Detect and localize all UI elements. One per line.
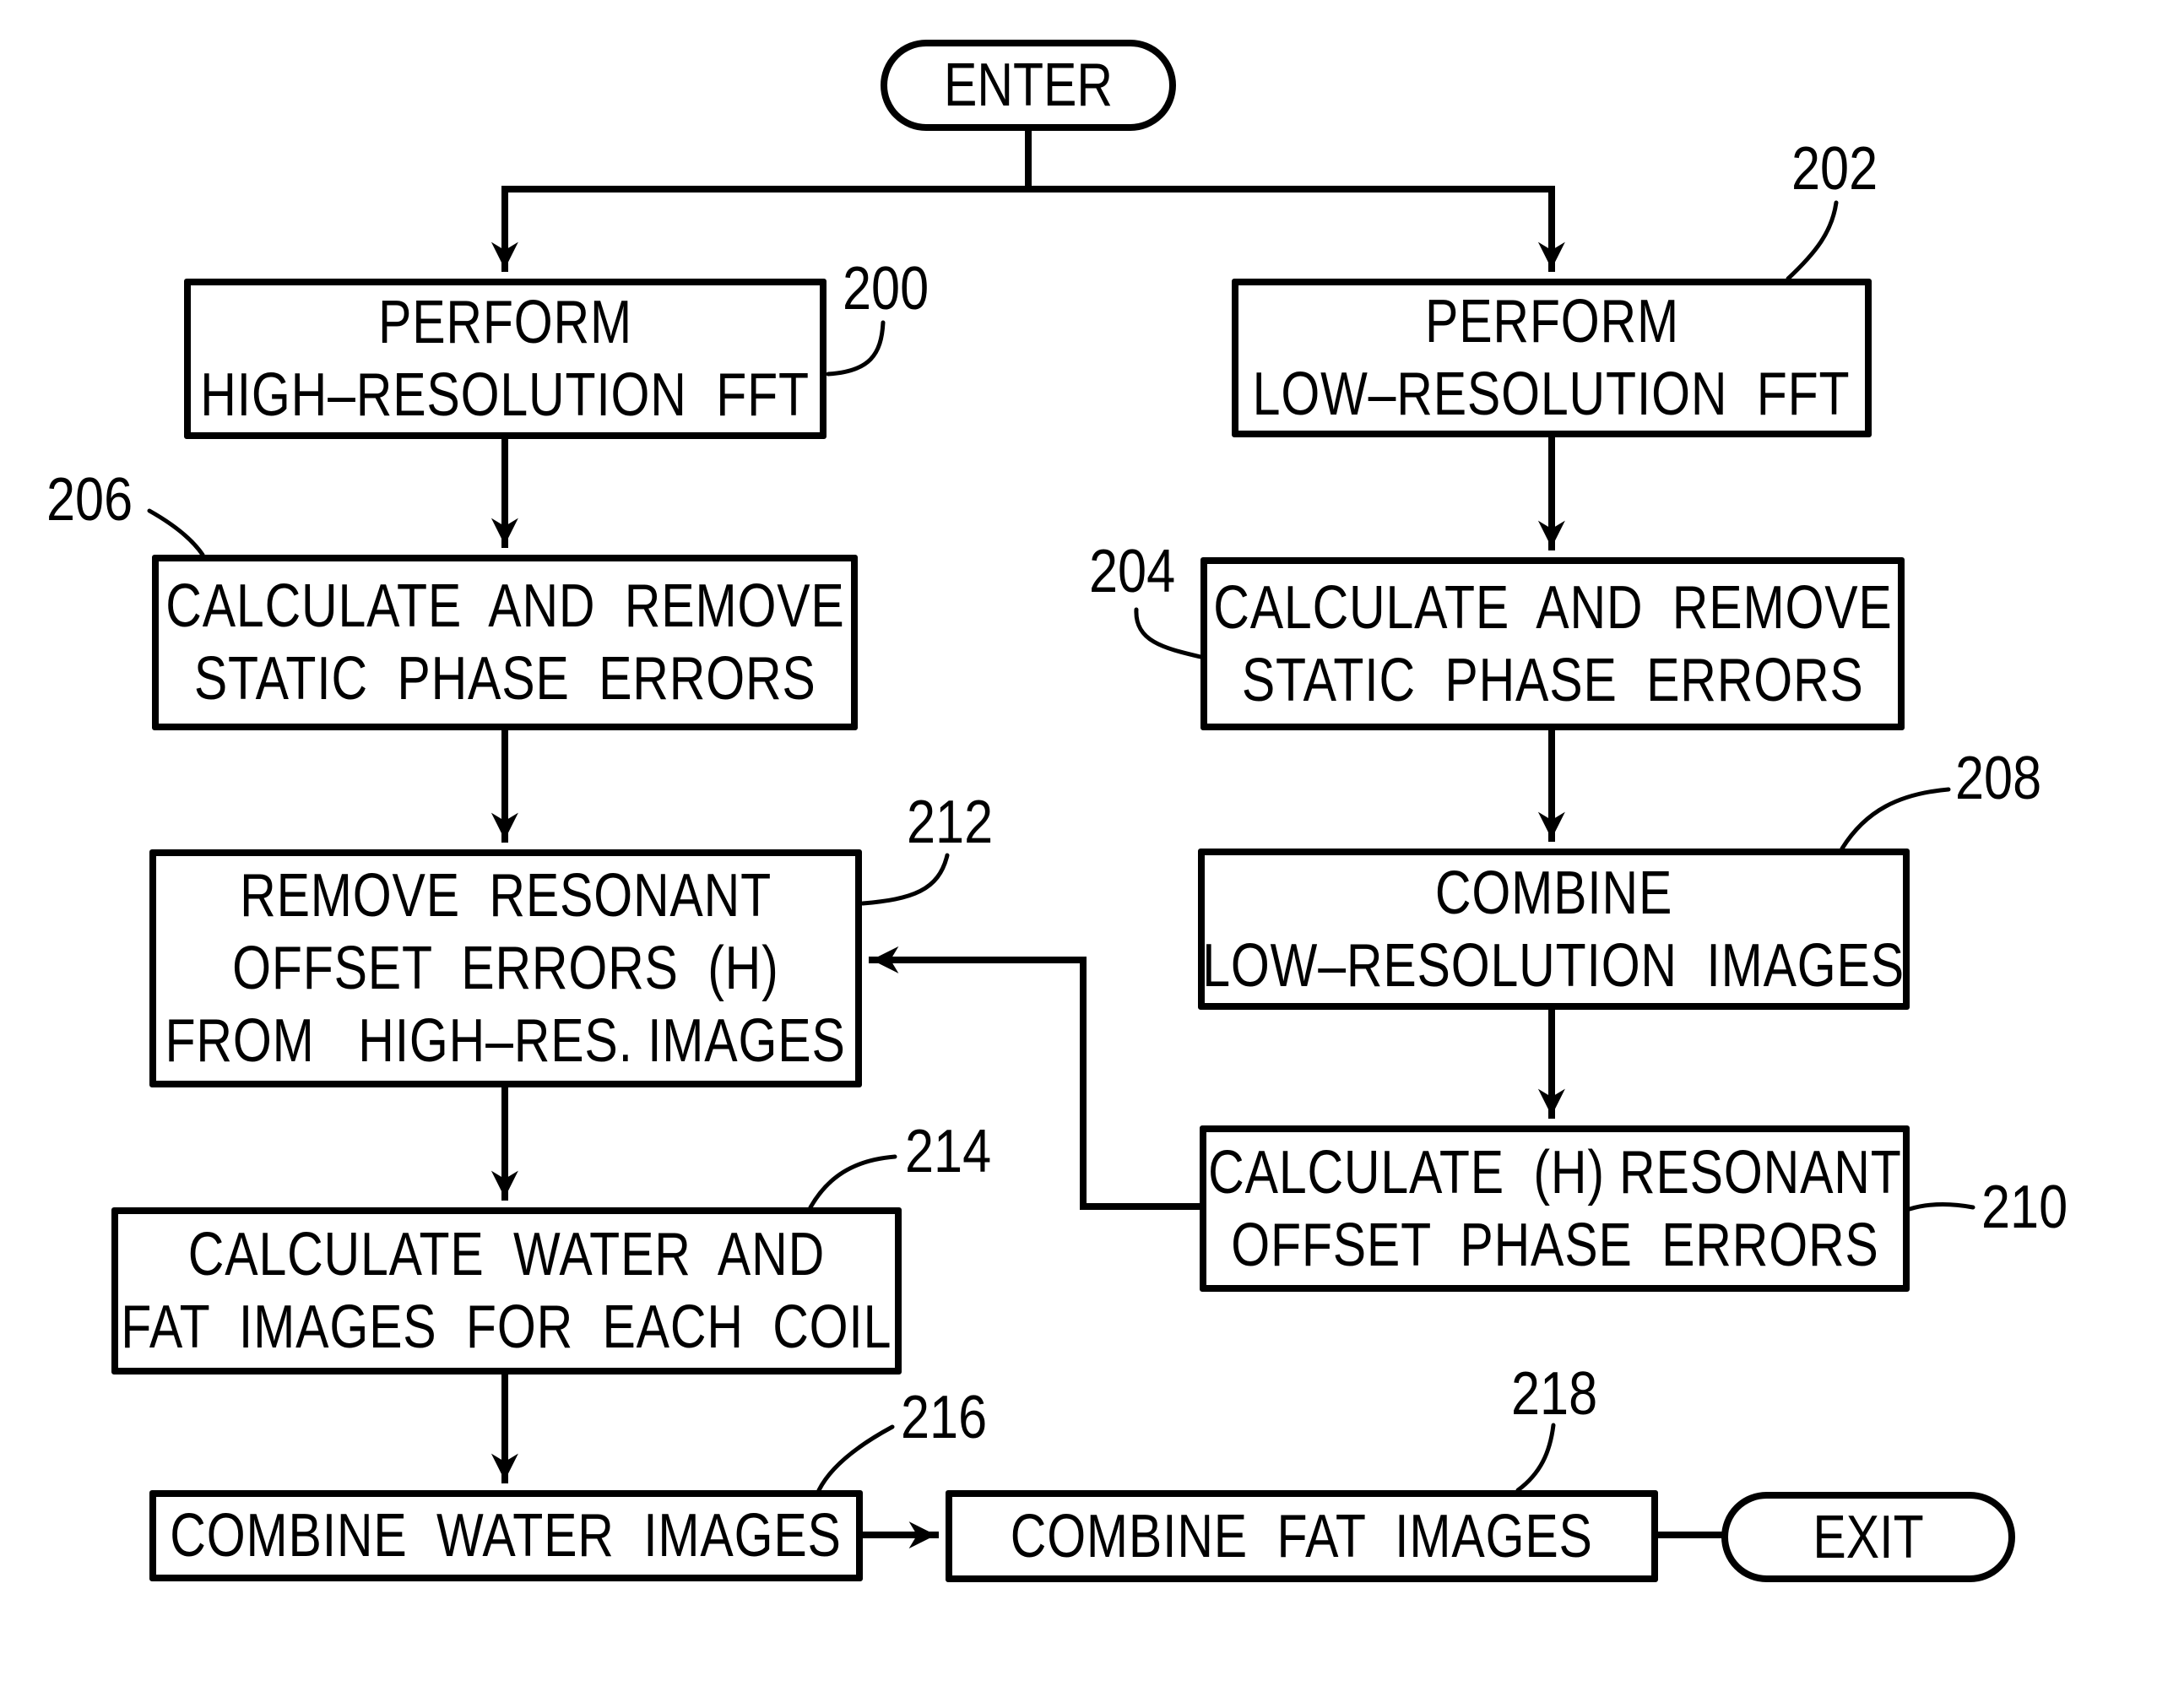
step-text: OFFSET ERRORS (H) bbox=[232, 935, 779, 1002]
leader-208 bbox=[1840, 787, 1951, 851]
step-214-calculate-water-fat-images: CALCULATE WATER AND FAT IMAGES FOR EACH … bbox=[111, 1207, 902, 1375]
step-text: FAT IMAGES FOR EACH COIL bbox=[121, 1293, 892, 1361]
ref-numeral-206: 206 bbox=[46, 466, 133, 534]
step-text: COMBINE FAT IMAGES bbox=[1010, 1502, 1594, 1570]
leader-218 bbox=[1515, 1423, 1556, 1493]
step-text: STATIC PHASE ERRORS bbox=[193, 645, 816, 713]
step-202-low-res-fft: PERFORM LOW–RESOLUTION FFT bbox=[1232, 279, 1872, 437]
exit-label: EXIT bbox=[1813, 1503, 1924, 1571]
step-text: REMOVE RESONANT bbox=[240, 862, 772, 930]
step-text: FROM HIGH–RES. IMAGES bbox=[165, 1007, 847, 1075]
leader-204 bbox=[1134, 607, 1203, 659]
step-210-calculate-resonant-offset-phase-errors: CALCULATE (H) RESONANT OFFSET PHASE ERRO… bbox=[1200, 1125, 1910, 1292]
step-218-combine-fat-images: COMBINE FAT IMAGES bbox=[946, 1490, 1658, 1582]
leader-210 bbox=[1907, 1201, 1975, 1212]
ref-numeral-210: 210 bbox=[1981, 1174, 2068, 1241]
step-text: COMBINE WATER IMAGES bbox=[170, 1502, 843, 1570]
step-text: CALCULATE AND REMOVE bbox=[165, 572, 845, 640]
ref-numeral-204: 204 bbox=[1089, 538, 1176, 605]
exit-terminator: EXIT bbox=[1721, 1492, 2015, 1582]
ref-numeral-208: 208 bbox=[1955, 745, 2042, 812]
ref-numeral-216: 216 bbox=[901, 1384, 988, 1451]
step-212-remove-resonant-offset-errors: REMOVE RESONANT OFFSET ERRORS (H) FROM H… bbox=[149, 849, 862, 1087]
ref-numeral-212: 212 bbox=[907, 789, 994, 856]
step-216-combine-water-images: COMBINE WATER IMAGES bbox=[149, 1490, 863, 1581]
step-text: CALCULATE WATER AND bbox=[187, 1221, 826, 1288]
step-text: LOW–RESOLUTION FFT bbox=[1253, 361, 1851, 428]
step-text: PERFORM bbox=[378, 289, 632, 356]
leader-206 bbox=[147, 508, 205, 557]
step-206-remove-static-phase-errors: CALCULATE AND REMOVE STATIC PHASE ERRORS bbox=[152, 555, 858, 730]
ref-numeral-214: 214 bbox=[905, 1118, 992, 1185]
enter-terminator: ENTER bbox=[881, 40, 1176, 131]
step-text: COMBINE bbox=[1434, 859, 1673, 927]
step-text: PERFORM bbox=[1424, 288, 1679, 355]
leader-212 bbox=[860, 853, 950, 906]
ref-numeral-200: 200 bbox=[843, 255, 929, 323]
step-text: HIGH–RESOLUTION FFT bbox=[200, 361, 810, 429]
step-text: CALCULATE AND REMOVE bbox=[1212, 573, 1893, 642]
step-208-combine-low-res-images: COMBINE LOW–RESOLUTION IMAGES bbox=[1198, 849, 1910, 1010]
step-text: CALCULATE (H) RESONANT bbox=[1207, 1138, 1902, 1206]
step-text: LOW–RESOLUTION IMAGES bbox=[1202, 931, 1905, 1000]
leader-202 bbox=[1786, 200, 1839, 281]
step-200-high-res-fft: PERFORM HIGH–RESOLUTION FFT bbox=[184, 279, 826, 439]
leader-200 bbox=[826, 320, 886, 377]
step-204-remove-static-phase-errors: CALCULATE AND REMOVE STATIC PHASE ERRORS bbox=[1200, 557, 1905, 730]
enter-label: ENTER bbox=[943, 52, 1114, 119]
step-text: OFFSET PHASE ERRORS bbox=[1230, 1211, 1879, 1279]
ref-numeral-202: 202 bbox=[1791, 135, 1878, 203]
leader-214 bbox=[808, 1154, 897, 1210]
leader-216 bbox=[816, 1424, 895, 1493]
step-text: STATIC PHASE ERRORS bbox=[1241, 646, 1864, 714]
ref-numeral-218: 218 bbox=[1511, 1360, 1598, 1428]
